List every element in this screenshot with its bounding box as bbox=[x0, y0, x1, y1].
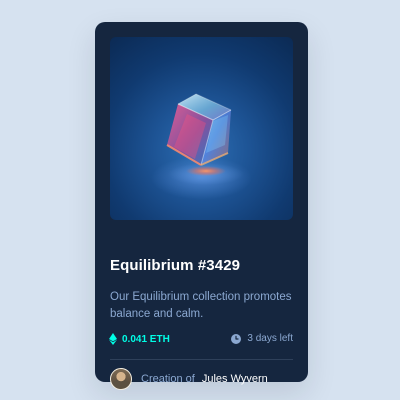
crystal-cube-artwork bbox=[166, 93, 244, 185]
creator-row: Creation of Jules Wyvern bbox=[110, 368, 268, 390]
nft-title[interactable]: Equilibrium #3429 bbox=[110, 257, 240, 274]
creator-prefix: Creation of Jules Wyvern bbox=[141, 373, 268, 385]
creator-prefix-text: Creation of bbox=[141, 373, 195, 385]
ethereum-icon bbox=[109, 333, 117, 345]
avatar bbox=[110, 368, 132, 390]
nft-description: Our Equilibrium collection promotes bala… bbox=[110, 291, 292, 320]
clock-icon bbox=[231, 333, 242, 344]
nft-artwork[interactable] bbox=[110, 37, 293, 220]
time-left-text: 3 days left bbox=[247, 333, 293, 344]
price-info: 0.041 ETH bbox=[109, 333, 170, 345]
creator-name[interactable]: Jules Wyvern bbox=[202, 373, 268, 385]
nft-preview-card: Equilibrium #3429 Our Equilibrium collec… bbox=[95, 22, 308, 390]
price-text: 0.041 ETH bbox=[122, 333, 170, 345]
card-divider bbox=[110, 359, 293, 360]
time-left-info: 3 days left bbox=[231, 333, 293, 344]
